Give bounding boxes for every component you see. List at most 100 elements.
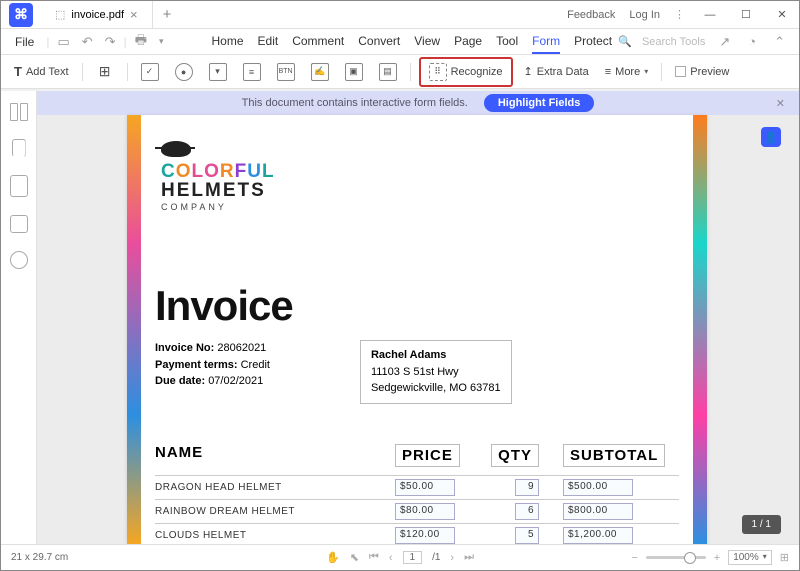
page-input[interactable]: 1 — [403, 551, 423, 564]
table-header: NAME PRICE QTY SUBTOTAL — [155, 444, 679, 467]
redo-icon[interactable]: ↷ — [101, 34, 120, 50]
print-icon[interactable]: 🖶 — [131, 31, 151, 53]
tab-form[interactable]: Form — [532, 30, 560, 54]
preview-toggle[interactable]: Preview — [670, 63, 734, 81]
file-menu[interactable]: File — [7, 35, 42, 49]
table-body: DRAGON HEAD HELMET $50.00 9 $500.00 RAIN… — [155, 475, 679, 545]
login-link[interactable]: Log In — [629, 9, 660, 21]
listbox-field-button[interactable]: ≡ — [238, 60, 266, 84]
signature-field-button[interactable]: ✍ — [306, 60, 334, 84]
kebab-menu-icon[interactable]: ⋮ — [674, 8, 685, 21]
checkbox-icon — [675, 66, 686, 77]
minimize-icon[interactable]: — — [699, 4, 721, 26]
cloud-icon[interactable]: ◔ — [744, 34, 760, 49]
tab-protect[interactable]: Protect — [574, 30, 612, 54]
checkbox-field-button[interactable]: ✓ — [136, 60, 164, 84]
banner-text: This document contains interactive form … — [242, 97, 468, 109]
brand-line3: COMPANY — [161, 202, 679, 212]
prev-page-icon[interactable]: ‹ — [389, 552, 393, 564]
brand-line2: HELMETS — [161, 181, 679, 200]
search-icon[interactable]: 🔍 — [618, 35, 632, 48]
maximize-icon[interactable]: ☐ — [735, 4, 757, 26]
tab-tool[interactable]: Tool — [496, 30, 518, 54]
zoom-select[interactable]: 100%▾ — [728, 550, 772, 565]
brand-line1: COLORFUL — [161, 162, 679, 181]
tab-add-icon[interactable]: + — [153, 6, 182, 23]
company-logo: COLORFUL HELMETS COMPANY — [161, 141, 679, 212]
fit-page-icon[interactable]: ⊞ — [780, 551, 789, 564]
user-badge-icon[interactable]: 👤 — [761, 127, 781, 147]
menubar: File | ▭ ↶ ↷ | 🖶 ▾ Home Edit Comment Con… — [1, 29, 799, 55]
more-button[interactable]: ≡More▾ — [600, 63, 654, 81]
subtotal-field[interactable]: $1,200.00 — [563, 527, 633, 544]
subtotal-field[interactable]: $800.00 — [563, 503, 633, 520]
qty-field[interactable]: 9 — [515, 479, 539, 496]
qty-field[interactable]: 5 — [515, 527, 539, 544]
feedback-link[interactable]: Feedback — [567, 9, 615, 21]
tab-edit[interactable]: Edit — [258, 30, 279, 54]
dropdown-field-button[interactable]: ▾ — [204, 60, 232, 84]
form-toolbar: TAdd Text ⊞ ✓ ● ▾ ≡ BTN ✍ ▣ ▤ ⠿Recognize… — [1, 55, 799, 89]
chevron-down-icon[interactable]: ▾ — [155, 36, 168, 47]
price-field[interactable]: $80.00 — [395, 503, 455, 520]
date-field-button[interactable]: ▤ — [374, 60, 402, 84]
pdf-page: COLORFUL HELMETS COMPANY Invoice Invoice… — [127, 115, 707, 544]
search-panel-icon[interactable] — [10, 251, 28, 269]
tab-view[interactable]: View — [414, 30, 440, 54]
page-icon[interactable] — [10, 215, 28, 233]
page-total: /1 — [432, 552, 440, 563]
search-tools-text[interactable]: Search Tools — [642, 36, 705, 48]
bookmark-icon[interactable] — [12, 139, 26, 157]
document-tab[interactable]: ⬚ invoice.pdf × — [41, 1, 153, 28]
tab-close-icon[interactable]: × — [130, 7, 138, 22]
thumbnails-icon[interactable] — [10, 103, 28, 121]
qty-field[interactable]: 6 — [515, 503, 539, 520]
radio-field-button[interactable]: ● — [170, 60, 198, 84]
table-row: DRAGON HEAD HELMET $50.00 9 $500.00 — [155, 475, 679, 499]
expand-icon[interactable]: ⌃ — [770, 34, 789, 50]
main-tabs: Home Edit Comment Convert View Page Tool… — [212, 30, 613, 54]
hamburger-icon: ≡ — [605, 66, 611, 78]
helmet-icon — [161, 141, 191, 157]
next-page-icon[interactable]: › — [450, 552, 454, 564]
first-page-icon[interactable]: ⏮ — [369, 551, 379, 564]
document-viewport: This document contains interactive form … — [37, 91, 799, 544]
add-text-button[interactable]: TAdd Text — [9, 61, 74, 82]
decorative-stripe-right — [693, 115, 707, 544]
tab-comment[interactable]: Comment — [292, 30, 344, 54]
button-field-button[interactable]: BTN — [272, 60, 300, 84]
app-logo[interactable]: ⌘ — [9, 3, 33, 27]
left-sidebar — [1, 91, 37, 544]
table-row: RAINBOW DREAM HELMET $80.00 6 $800.00 — [155, 499, 679, 523]
upload-icon: ↥ — [524, 65, 533, 78]
tab-home[interactable]: Home — [212, 30, 244, 54]
tab-filename: invoice.pdf — [71, 9, 124, 21]
subtotal-field[interactable]: $500.00 — [563, 479, 633, 496]
open-icon[interactable]: ▭ — [53, 34, 73, 50]
banner-close-icon[interactable]: ✕ — [776, 97, 785, 110]
customer-box: Rachel Adams 11103 S 51st Hwy Sedgewickv… — [360, 340, 512, 404]
last-page-icon[interactable]: ⏭ — [464, 551, 474, 564]
tab-page[interactable]: Page — [454, 30, 482, 54]
page-indicator: 1 / 1 — [742, 515, 781, 534]
undo-icon[interactable]: ↶ — [78, 34, 97, 50]
extra-data-button[interactable]: ↥Extra Data — [519, 62, 594, 81]
image-field-button[interactable]: ▣ — [340, 60, 368, 84]
hand-tool-icon[interactable]: ✋ — [326, 551, 340, 564]
form-banner: This document contains interactive form … — [37, 91, 799, 115]
tab-convert[interactable]: Convert — [358, 30, 400, 54]
share-icon[interactable]: ↗ — [715, 34, 734, 50]
table-row: CLOUDS HELMET $120.00 5 $1,200.00 — [155, 523, 679, 545]
select-tool-icon[interactable]: ⬉ — [350, 551, 359, 564]
zoom-in-icon[interactable]: + — [714, 552, 720, 564]
zoom-slider[interactable] — [646, 556, 706, 559]
price-field[interactable]: $120.00 — [395, 527, 455, 544]
recognize-button[interactable]: ⠿Recognize — [419, 57, 513, 87]
close-window-icon[interactable]: ✕ — [771, 4, 793, 26]
zoom-out-icon[interactable]: − — [631, 552, 637, 564]
price-field[interactable]: $50.00 — [395, 479, 455, 496]
titlebar: ⌘ ⬚ invoice.pdf × + Feedback Log In ⋮ — … — [1, 1, 799, 29]
form-align-button[interactable]: ⊞ — [91, 60, 119, 84]
attachments-icon[interactable] — [10, 175, 28, 197]
highlight-fields-button[interactable]: Highlight Fields — [484, 94, 595, 112]
